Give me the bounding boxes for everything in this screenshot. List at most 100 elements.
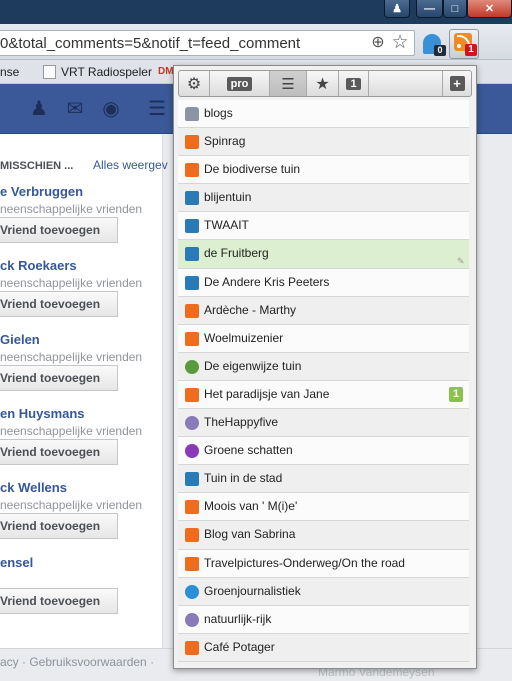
feed-item[interactable]: Ardèche - Marthy — [178, 296, 469, 325]
feed-label: Het paradijsje van Jane — [204, 386, 330, 401]
bookmark-fragment[interactable]: nse — [0, 65, 19, 79]
friend-name[interactable]: en Huysmans — [0, 406, 85, 421]
add-friend-button[interactable]: Vriend toevoegen — [0, 439, 118, 465]
friend-name[interactable]: ck Wellens — [0, 480, 67, 495]
feed-label: Travelpictures-Onderweg/On the road — [204, 555, 405, 570]
bookmark-vrt-radiospeler[interactable]: VRT Radiospeler — [61, 65, 152, 79]
close-button[interactable]: ✕ — [467, 0, 512, 18]
feed-label: Moois van ' M(i)e' — [204, 499, 298, 514]
wordpress-icon — [185, 472, 199, 487]
feed-item[interactable]: Blog van Sabrina — [178, 521, 469, 550]
feed-label: De biodiverse tuin — [204, 162, 301, 177]
notifications-globe-icon[interactable]: ◉ — [100, 98, 122, 120]
feed-item[interactable]: Woelmuizenier — [178, 324, 469, 353]
blogger-icon — [185, 163, 199, 178]
feed-label: natuurlijk-rijk — [204, 611, 272, 626]
feed-label: Woelmuizenier — [204, 330, 284, 345]
add-feed-button[interactable]: + — [442, 71, 471, 96]
blogger-icon — [185, 528, 199, 543]
feed-item[interactable]: Moois van ' M(i)e' — [178, 493, 469, 522]
maximize-button[interactable]: □ — [443, 0, 467, 18]
unread-count-label: 1 — [346, 77, 361, 90]
feed-label: blijentuin — [204, 190, 252, 205]
friend-name[interactable]: e Verbruggen — [0, 184, 83, 199]
feed-item[interactable]: blogs — [178, 100, 469, 129]
speech-bubble-icon — [185, 444, 199, 459]
star-icon: ★ — [315, 75, 330, 93]
starred-button[interactable]: ★ — [307, 71, 339, 96]
feed-item[interactable]: De Andere Kris Peeters — [178, 268, 469, 297]
sidebar-heading: MISSCHIEN ... — [0, 160, 74, 172]
feed-label: Café Potager — [204, 639, 275, 654]
minimize-icon: — — [424, 2, 435, 15]
wordpress-icon — [185, 275, 199, 290]
feed-label: De Andere Kris Peeters — [204, 274, 330, 289]
wordpress-icon — [185, 219, 199, 234]
friend-name[interactable]: ensel — [0, 555, 33, 570]
feed-label: De eigenwijze tuin — [204, 358, 302, 373]
close-icon: ✕ — [484, 3, 495, 15]
pro-label: pro — [226, 76, 253, 91]
list-view-button[interactable]: ☰ — [270, 71, 307, 96]
bookmark-star-icon[interactable]: ☆ — [390, 33, 410, 53]
feed-label: de Fruitberg — [204, 246, 269, 261]
feed-item[interactable]: Het paradijsje van Jane 1 — [178, 380, 469, 410]
feed-item[interactable]: De biodiverse tuin — [178, 156, 469, 185]
globe-icon — [185, 584, 199, 599]
feed-label: Groenjournalistiek — [204, 583, 301, 598]
feed-item[interactable]: TWAAIT — [178, 212, 469, 241]
feed-item[interactable]: natuurlijk-rijk — [178, 605, 469, 634]
feed-item[interactable]: Café Potager — [178, 633, 469, 662]
edit-pencil-icon[interactable]: ✎ — [457, 256, 467, 266]
add-friend-button[interactable]: Vriend toevoegen — [0, 217, 118, 243]
globe-icon — [185, 612, 199, 627]
add-friend-button[interactable]: Vriend toevoegen — [0, 588, 118, 614]
feed-item[interactable]: Spinrag — [178, 128, 469, 157]
friend-mutual: neenschappelijke vrienden — [0, 350, 143, 364]
feed-item[interactable]: Tuin in de stad — [178, 465, 469, 494]
feed-item[interactable]: de Fruitberg ✎ — [178, 240, 469, 269]
menu-icon[interactable]: ☰ — [146, 98, 168, 120]
feed-item[interactable]: Groenjournalistiek — [178, 577, 469, 606]
minimize-button[interactable]: — — [416, 0, 443, 18]
rss-unread-badge: 1 — [465, 44, 477, 56]
feed-label: Groene schatten — [204, 443, 293, 458]
blogger-icon — [185, 640, 199, 655]
feed-list: blogs Spinrag De biodiverse tuin blijentuin… — [178, 100, 469, 662]
feed-list-scrollbar[interactable] — [469, 100, 472, 662]
feed-label: Spinrag — [204, 134, 246, 149]
plus-icon: + — [449, 76, 465, 91]
folder-icon — [185, 107, 199, 121]
blogger-icon — [185, 303, 199, 318]
ghostery-badge: 0 — [434, 45, 446, 56]
friend-requests-icon[interactable]: ♟ — [28, 98, 50, 120]
feed-item[interactable]: De eigenwijze tuin — [178, 352, 469, 381]
zoom-icon[interactable]: ⊕ — [369, 34, 387, 52]
add-friend-button[interactable]: Vriend toevoegen — [0, 291, 118, 317]
add-friend-button[interactable]: Vriend toevoegen — [0, 365, 118, 391]
unread-count-button[interactable]: 1 — [339, 71, 369, 96]
document-icon — [43, 65, 56, 79]
user-icon: ♟ — [392, 3, 402, 15]
add-friend-button[interactable]: Vriend toevoegen — [0, 513, 118, 539]
messages-icon[interactable]: ✉ — [64, 98, 86, 120]
see-all-link[interactable]: Alles weergev — [93, 158, 168, 172]
friend-name[interactable]: Gielen — [0, 332, 40, 347]
feed-item[interactable]: Groene schatten — [178, 437, 469, 466]
feed-label: blogs — [204, 106, 233, 120]
feed-item[interactable]: Travelpictures-Onderweg/On the road — [178, 549, 469, 578]
user-profile-button[interactable]: ♟ — [384, 0, 410, 18]
feed-item[interactable]: blijentuin — [178, 184, 469, 213]
settings-button[interactable]: ⚙ — [179, 71, 210, 96]
address-bar[interactable]: 0&total_comments=5&notif_t=feed_comment — [0, 30, 415, 56]
bookmark-dm[interactable]: DM — [158, 66, 174, 77]
friend-name[interactable]: ck Roekaers — [0, 258, 77, 273]
list-icon: ☰ — [281, 75, 295, 93]
blogger-icon — [185, 387, 199, 402]
footer-links[interactable]: acy · Gebruiksvoorwaarden · — [0, 655, 154, 669]
leaf-icon — [185, 359, 199, 374]
feed-item[interactable]: TheHappyfive — [178, 409, 469, 438]
blogger-icon — [185, 556, 199, 571]
blogger-icon — [185, 135, 199, 150]
pro-button[interactable]: pro — [210, 71, 270, 96]
